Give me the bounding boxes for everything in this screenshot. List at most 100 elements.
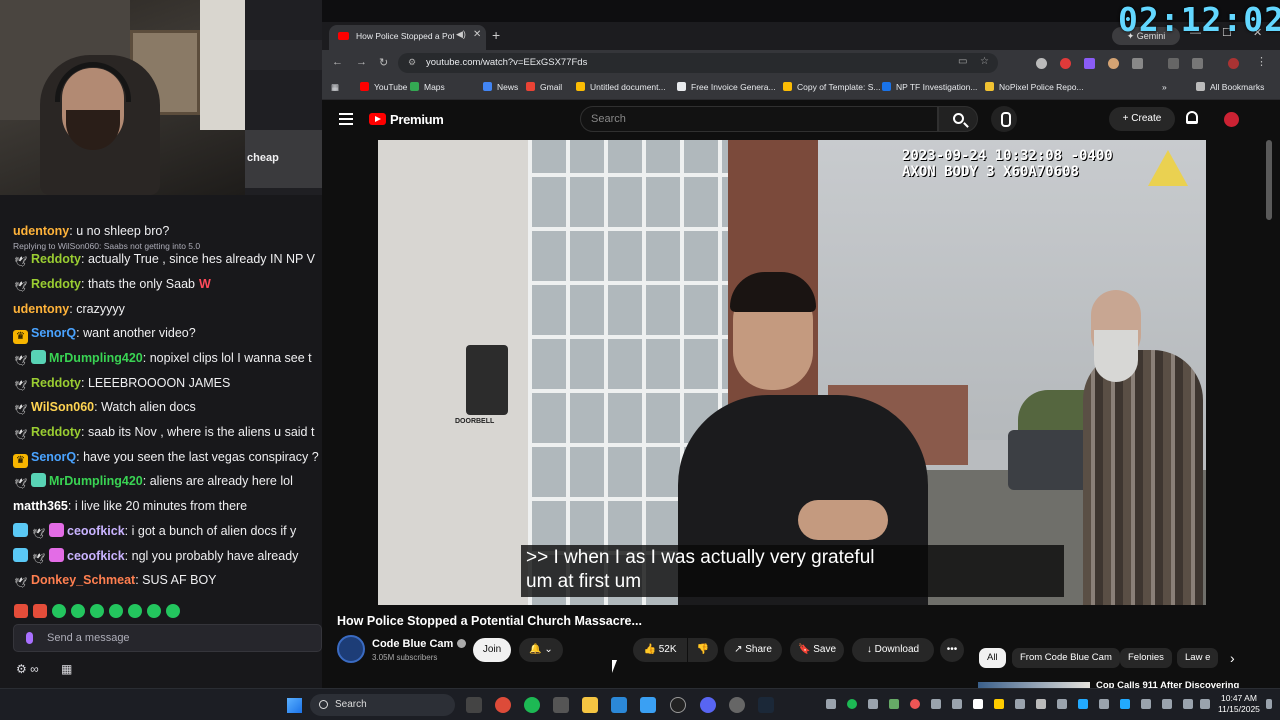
channel-avatar[interactable]	[337, 635, 365, 663]
extension-icon[interactable]	[1108, 58, 1119, 69]
more-actions-button[interactable]: •••	[940, 638, 964, 662]
chat-username[interactable]: ceoofkick	[67, 524, 125, 538]
mic-icon[interactable]	[26, 632, 33, 644]
save-button[interactable]: 🔖 Save	[790, 638, 844, 662]
chat-username[interactable]: Reddoty	[31, 252, 81, 266]
pink-badge-icon[interactable]	[49, 548, 64, 562]
address-bar[interactable]: ⚙ youtube.com/watch?v=EExGSX77Fds ▭ ☆	[398, 53, 998, 73]
pink-badge-icon[interactable]	[49, 523, 64, 537]
bookmarks-overflow-icon[interactable]: »	[1162, 82, 1167, 92]
bookmark-item[interactable]: Untitled document...	[576, 82, 666, 92]
hamburger-menu-icon[interactable]	[339, 113, 353, 125]
like-button[interactable]: 👍 52K	[633, 638, 687, 662]
chat-username[interactable]: udentony	[13, 302, 69, 316]
tray-icon[interactable]	[1099, 699, 1109, 709]
bookmark-item[interactable]: NoPixel Police Repo...	[985, 82, 1084, 92]
spotify-icon[interactable]	[524, 697, 540, 713]
chat-username[interactable]: SenorQ	[31, 326, 76, 340]
app-icon[interactable]	[553, 697, 569, 713]
chat-username[interactable]: WilSon060	[31, 400, 94, 414]
extensions-puzzle-icon[interactable]	[1132, 58, 1143, 69]
download-button[interactable]: ↓ Download	[852, 638, 934, 662]
chat-username[interactable]: MrDumpling420	[49, 351, 143, 365]
multi-badge-icon[interactable]	[13, 548, 28, 562]
tab-youtube[interactable]: How Police Stopped a Potential Church Ma…	[329, 25, 486, 50]
side-panel-icon[interactable]	[1168, 58, 1179, 69]
chat-username[interactable]: udentony	[13, 224, 69, 238]
tray-icon[interactable]	[973, 699, 983, 709]
emote-bar[interactable]	[14, 604, 185, 623]
tray-icon[interactable]	[931, 699, 941, 709]
tray-icon[interactable]	[1015, 699, 1025, 709]
new-tab-button[interactable]: +	[492, 27, 500, 43]
taskbar-search[interactable]: Search	[310, 694, 455, 716]
taskbar-clock[interactable]: 10:47 AM 11/15/2025	[1218, 693, 1260, 715]
reload-icon[interactable]: ↻	[379, 56, 388, 69]
tray-icon[interactable]	[826, 699, 836, 709]
chat-username[interactable]: matth365	[13, 499, 68, 513]
tray-icon[interactable]	[889, 699, 899, 709]
chips-next-icon[interactable]: ›	[1222, 648, 1243, 668]
bird-badge-icon[interactable]: 🕊	[13, 355, 28, 369]
tray-icon[interactable]	[1078, 699, 1088, 709]
create-button[interactable]: + Create	[1109, 107, 1175, 131]
extension-icon[interactable]	[1060, 58, 1071, 69]
file-explorer-icon[interactable]	[582, 697, 598, 713]
chip-law[interactable]: Law e	[1177, 648, 1219, 668]
volume-icon[interactable]	[1183, 699, 1193, 709]
crown-badge-icon[interactable]: ♛	[13, 330, 28, 344]
share-button[interactable]: ↗ Share	[724, 638, 782, 662]
bird-badge-icon[interactable]: 🕊	[13, 478, 28, 492]
profile-avatar[interactable]	[1228, 58, 1239, 69]
speaker-icon[interactable]: ◀)	[456, 29, 466, 40]
bookmark-item[interactable]: Free Invoice Genera...	[677, 82, 776, 92]
sub-badge-icon[interactable]	[31, 350, 46, 364]
notepad-icon[interactable]	[640, 697, 656, 713]
voice-search-icon[interactable]	[991, 106, 1017, 132]
search-button[interactable]	[938, 106, 978, 132]
bird-badge-icon[interactable]: 🕊	[13, 256, 28, 270]
tray-icon[interactable]	[952, 699, 962, 709]
channel-name[interactable]: Code Blue Cam	[372, 638, 467, 650]
tray-icon[interactable]	[868, 699, 878, 709]
notifications-bell-icon[interactable]	[1186, 111, 1198, 124]
bookmark-item[interactable]: Maps	[410, 82, 445, 92]
app-icon[interactable]	[729, 697, 745, 713]
show-desktop-button[interactable]	[1266, 699, 1272, 709]
sub-badge-icon[interactable]	[31, 473, 46, 487]
back-icon[interactable]: ←	[332, 56, 343, 68]
tray-icon[interactable]	[1120, 699, 1130, 709]
bookmark-item[interactable]: Copy of Template: S...	[783, 82, 880, 92]
steam-icon[interactable]	[758, 697, 774, 713]
multi-badge-icon[interactable]	[13, 523, 28, 537]
store-icon[interactable]	[611, 697, 627, 713]
chat-username[interactable]: MrDumpling420	[49, 474, 143, 488]
bird-badge-icon[interactable]: 🕊	[13, 281, 28, 295]
recommended-title[interactable]: Cop Calls 911 After Discovering Son's Ho…	[1096, 680, 1246, 688]
chip-felonies[interactable]: Felonies	[1120, 648, 1172, 668]
video-player[interactable]: DOORBELL 2023-09-24 10:32:08 -0400 AXON …	[378, 140, 1206, 605]
youtube-search-input[interactable]: Search	[580, 106, 938, 132]
chat-username[interactable]: Reddoty	[31, 277, 81, 291]
bird-badge-icon[interactable]: 🕊	[31, 553, 46, 567]
chat-input[interactable]: Send a message	[13, 624, 322, 652]
chat-username[interactable]: ceoofkick	[67, 549, 125, 563]
obs-icon[interactable]	[670, 697, 686, 713]
chat-grid-icon[interactable]: ▦	[61, 662, 72, 676]
chat-username[interactable]: Donkey_Schmeat	[31, 573, 135, 587]
apps-grid-icon[interactable]: ▦	[331, 82, 339, 93]
dislike-button[interactable]: 👎	[688, 638, 718, 662]
tray-icon[interactable]	[910, 699, 920, 709]
bird-badge-icon[interactable]: 🕊	[13, 577, 28, 591]
chat-settings-icon[interactable]: ⚙ ∞	[16, 662, 39, 676]
bird-badge-icon[interactable]: 🕊	[13, 404, 28, 418]
discord-icon[interactable]	[700, 697, 716, 713]
bookmark-star-icon[interactable]: ☆	[980, 56, 989, 67]
tray-spotify-icon[interactable]	[847, 699, 857, 709]
battery-icon[interactable]	[1200, 699, 1210, 709]
extension-icon[interactable]	[1036, 58, 1047, 69]
youtube-logo-icon[interactable]	[369, 113, 386, 125]
browser-menu-icon[interactable]: ⋮	[1256, 55, 1267, 68]
tray-icon[interactable]	[1036, 699, 1046, 709]
wifi-icon[interactable]	[1162, 699, 1172, 709]
